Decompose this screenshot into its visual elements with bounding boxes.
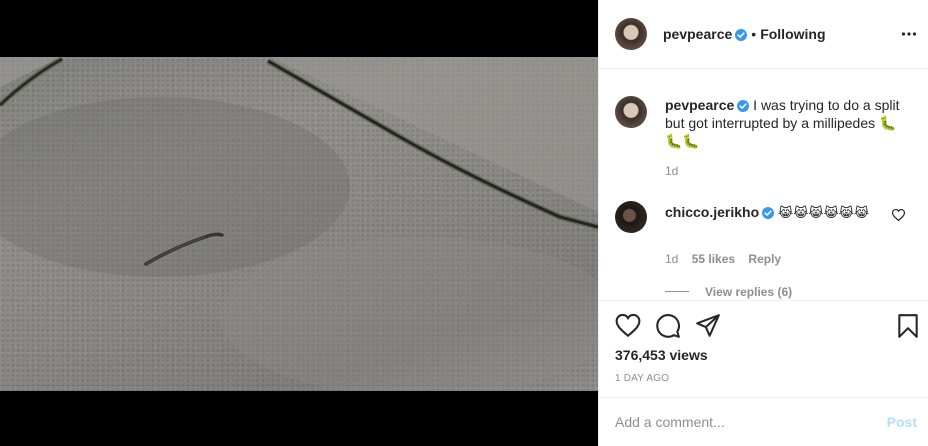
separator-dot: • <box>751 26 757 42</box>
comment-like-heart-icon[interactable] <box>892 209 905 221</box>
comment-bubble-icon[interactable] <box>655 313 681 339</box>
video-frame <box>0 57 598 391</box>
post-header: pevpearce • Following <box>599 0 928 69</box>
author-avatar[interactable] <box>615 18 647 50</box>
heart-icon[interactable] <box>615 313 641 339</box>
comment-age[interactable]: 1d <box>665 252 678 266</box>
video-player[interactable] <box>0 57 598 391</box>
bookmark-icon[interactable] <box>895 313 921 339</box>
comment-meta: 1d 55 likes Reply <box>665 252 781 266</box>
replies-line <box>665 291 689 292</box>
author-line: pevpearce • Following <box>663 26 826 42</box>
paper-plane-icon[interactable] <box>695 313 721 339</box>
instagram-post-modal: pevpearce • Following pevpearce I was tryi… <box>0 0 928 446</box>
verified-badge-icon <box>735 29 748 41</box>
view-replies-label[interactable]: View replies (6) <box>705 285 792 299</box>
commenter-username[interactable]: chicco.jerikho <box>665 204 759 220</box>
comment-item: chicco.jerikho 😹😹😹😹😹😹 <box>665 203 895 223</box>
add-comment-bar: Post <box>599 397 928 446</box>
post-media <box>0 0 598 446</box>
post-timestamp[interactable]: 1 DAY AGO <box>615 373 669 384</box>
verified-badge-icon <box>762 207 775 219</box>
reply-button[interactable]: Reply <box>748 252 781 266</box>
following-button[interactable]: Following <box>760 26 825 42</box>
caption-username[interactable]: pevpearce <box>665 97 734 113</box>
author-username[interactable]: pevpearce <box>663 26 732 42</box>
view-count[interactable]: 376,453 views <box>615 347 708 363</box>
caption-avatar[interactable] <box>615 96 647 128</box>
verified-badge-icon <box>737 100 750 112</box>
comment-likes[interactable]: 55 likes <box>692 252 735 266</box>
letterbox-bottom <box>0 391 598 446</box>
comments-list: pevpearce I was trying to do a split but… <box>599 70 928 300</box>
comment-text: 😹😹😹😹😹😹 <box>778 206 870 221</box>
view-replies[interactable]: View replies (6) <box>665 285 792 299</box>
comment-input[interactable] <box>615 410 855 434</box>
commenter-avatar[interactable] <box>615 201 647 233</box>
post-actions: 376,453 views 1 DAY AGO <box>599 300 928 384</box>
caption-age[interactable]: 1d <box>665 164 678 178</box>
more-dots-icon[interactable] <box>901 26 917 42</box>
post-comment-button[interactable]: Post <box>887 414 917 430</box>
letterbox-top <box>0 0 598 57</box>
post-sidebar: pevpearce • Following pevpearce I was tryi… <box>598 0 928 446</box>
caption: pevpearce I was trying to do a split but… <box>665 96 910 150</box>
